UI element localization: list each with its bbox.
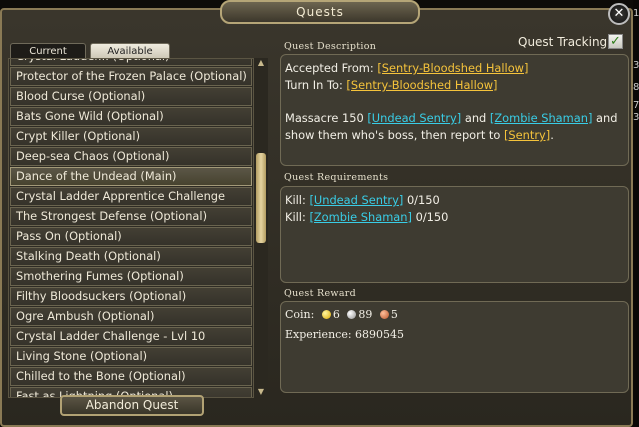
- close-button[interactable]: ✕: [608, 3, 630, 25]
- quest-list-item[interactable]: Stalking Death (Optional): [10, 247, 252, 266]
- requirement-prefix: Kill:: [285, 210, 310, 224]
- quest-list-item[interactable]: Crystal Ladder... (Optional): [10, 59, 252, 66]
- description-text: .: [550, 128, 554, 142]
- abandon-quest-button[interactable]: Abandon Quest: [60, 395, 204, 416]
- requirement-target-link[interactable]: [Undead Sentry]: [309, 193, 403, 207]
- quest-description-title: Quest Description: [284, 41, 377, 52]
- quest-list-item-selected[interactable]: Dance of the Undead (Main): [10, 167, 252, 186]
- description-text: and: [592, 111, 618, 125]
- undead-sentry-link[interactable]: [Undead Sentry]: [367, 111, 461, 125]
- requirement-prefix: Kill:: [285, 193, 310, 207]
- requirement-target-link[interactable]: [Zombie Shaman]: [309, 210, 412, 224]
- gold-coin-icon: [321, 310, 331, 319]
- window-title: Quests: [220, 0, 420, 24]
- sentry-link[interactable]: [Sentry]: [504, 128, 550, 142]
- experience-reward-row: Experience: 6890545: [285, 328, 404, 341]
- quest-list-item[interactable]: Crystal Ladder Challenge - Lvl 10: [10, 327, 252, 346]
- silver-amount: 89: [358, 308, 373, 321]
- turn-in-line: Turn In To: [Sentry-Bloodshed Hallow]: [285, 78, 497, 92]
- quest-reward-panel: Coin: 6 89 5 Experience: 6890545: [280, 301, 629, 393]
- quest-description-panel: Accepted From: [Sentry-Bloodshed Hallow]…: [280, 54, 629, 166]
- scroll-down-arrow-icon[interactable]: ▼: [254, 387, 268, 396]
- quest-list-item[interactable]: Smothering Fumes (Optional): [10, 267, 252, 286]
- quest-list-item[interactable]: Ogre Ambush (Optional): [10, 307, 252, 326]
- silver-coin-icon: [347, 310, 357, 319]
- turn-in-npc-link[interactable]: [Sentry-Bloodshed Hallow]: [346, 78, 497, 92]
- description-text: show them who's boss, then report to: [285, 128, 504, 142]
- quest-list-item[interactable]: Protector of the Frozen Palace (Optional…: [10, 67, 252, 86]
- quest-list: Crystal Ladder... (Optional) Protector o…: [8, 58, 254, 398]
- requirement-progress: 0/150: [415, 210, 449, 224]
- quest-tracking-checkbox[interactable]: ✓: [608, 34, 623, 49]
- quest-list-item[interactable]: Filthy Bloodsuckers (Optional): [10, 287, 252, 306]
- edge-number: 8: [633, 82, 639, 93]
- requirement-progress: 0/150: [406, 193, 440, 207]
- description-text: and: [461, 111, 490, 125]
- check-icon: ✓: [610, 34, 621, 49]
- close-icon: ✕: [613, 6, 625, 21]
- description-line-2: show them who's boss, then report to [Se…: [285, 128, 554, 142]
- requirement-row: Kill: [Undead Sentry] 0/150: [285, 193, 440, 207]
- quest-list-item[interactable]: Pass On (Optional): [10, 227, 252, 246]
- copper-amount: 5: [390, 308, 398, 321]
- zombie-shaman-link[interactable]: [Zombie Shaman]: [490, 111, 593, 125]
- edge-number: 3: [633, 60, 639, 71]
- accepted-from-line: Accepted From: [Sentry-Bloodshed Hallow]: [285, 61, 528, 75]
- scroll-thumb[interactable]: [256, 153, 266, 243]
- requirement-row: Kill: [Zombie Shaman] 0/150: [285, 210, 448, 224]
- description-text: Massacre 150: [285, 111, 368, 125]
- edge-number: 7: [633, 100, 639, 111]
- copper-coin-icon: [379, 310, 389, 319]
- quest-requirements-title: Quest Requirements: [284, 172, 389, 183]
- quest-list-item[interactable]: The Strongest Defense (Optional): [10, 207, 252, 226]
- quest-list-item[interactable]: Crypt Killer (Optional): [10, 127, 252, 146]
- quest-list-scrollbar[interactable]: ▲ ▼: [254, 58, 268, 396]
- quest-reward-title: Quest Reward: [284, 288, 357, 299]
- quest-list-item[interactable]: Blood Curse (Optional): [10, 87, 252, 106]
- gold-amount: 6: [332, 308, 340, 321]
- quest-window: Current Available Crystal Ladder... (Opt…: [0, 8, 633, 427]
- quest-tracking-label: Quest Tracking: [518, 35, 608, 49]
- quest-requirements-panel: Kill: [Undead Sentry] 0/150 Kill: [Zombi…: [280, 186, 629, 283]
- quest-list-item[interactable]: Bats Gone Wild (Optional): [10, 107, 252, 126]
- experience-value: 6890545: [355, 328, 405, 341]
- quest-list-item[interactable]: Living Stone (Optional): [10, 347, 252, 366]
- scroll-up-arrow-icon[interactable]: ▲: [254, 58, 268, 67]
- quest-list-item[interactable]: Deep-sea Chaos (Optional): [10, 147, 252, 166]
- quest-list-item[interactable]: Crystal Ladder Apprentice Challenge: [10, 187, 252, 206]
- accepted-from-label: Accepted From:: [285, 61, 378, 75]
- quest-list-item[interactable]: Chilled to the Bone (Optional): [10, 367, 252, 386]
- turn-in-label: Turn In To:: [285, 78, 347, 92]
- accepted-from-npc-link[interactable]: [Sentry-Bloodshed Hallow]: [377, 61, 528, 75]
- edge-number: 3: [633, 112, 639, 123]
- coin-reward-row: Coin: 6 89 5: [285, 308, 398, 321]
- experience-label: Experience:: [285, 328, 356, 341]
- edge-number: 1: [633, 8, 639, 19]
- coin-label: Coin:: [285, 308, 315, 321]
- description-line-1: Massacre 150 [Undead Sentry] and [Zombie…: [285, 111, 617, 125]
